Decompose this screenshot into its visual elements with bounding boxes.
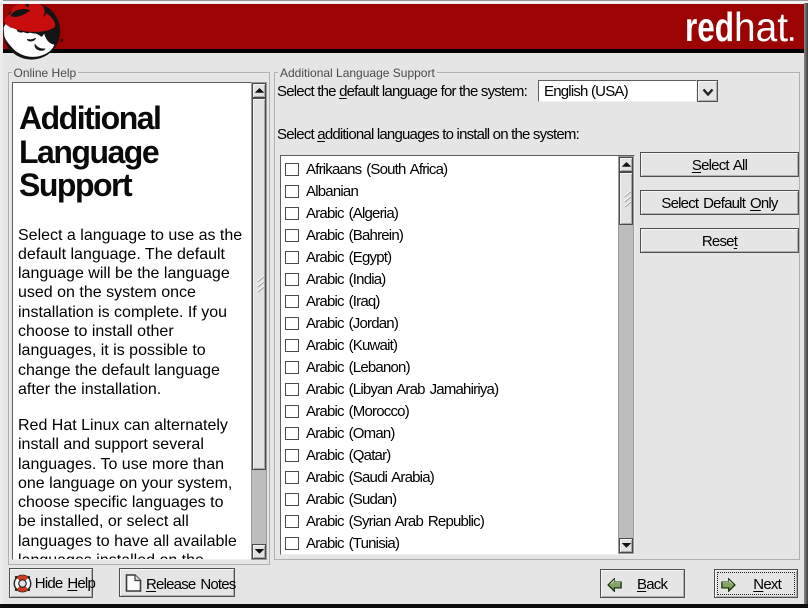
svg-text:red: red bbox=[685, 4, 734, 50]
svg-text:hat: hat bbox=[734, 4, 789, 50]
